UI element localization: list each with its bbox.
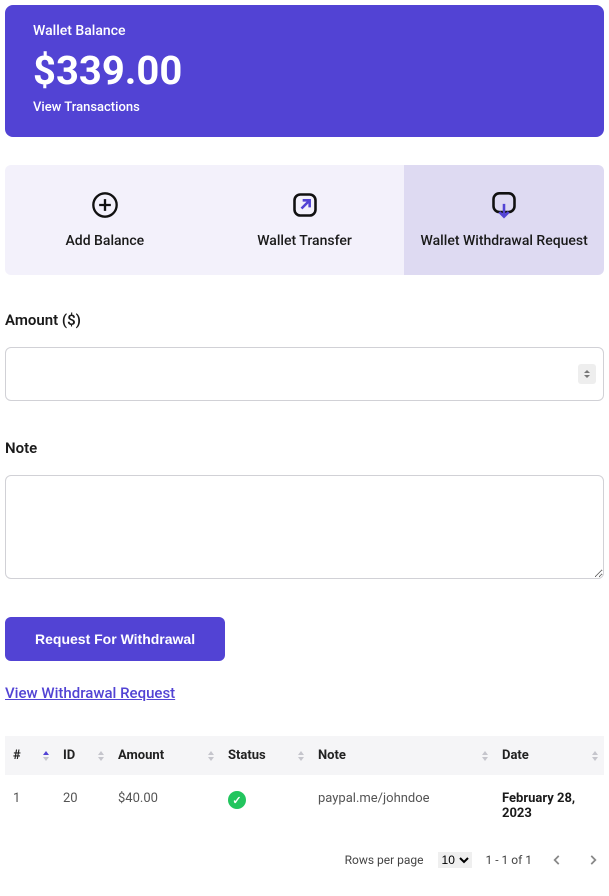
- status-ok-icon: ✓: [228, 791, 246, 809]
- table-pager: Rows per page 10 1 - 1 of 1: [5, 849, 604, 871]
- wallet-balance-amount: $339.00: [33, 47, 576, 94]
- prev-page-button[interactable]: [546, 849, 568, 871]
- cell-index: 1: [5, 775, 55, 837]
- tab-add-balance[interactable]: Add Balance: [5, 165, 205, 275]
- col-status[interactable]: Status: [220, 736, 310, 775]
- request-withdrawal-button[interactable]: Request For Withdrawal: [5, 617, 225, 661]
- col-date[interactable]: Date: [494, 736, 604, 775]
- plus-circle-icon: [91, 191, 119, 219]
- col-id[interactable]: ID: [55, 736, 110, 775]
- table-row: 1 20 $40.00 ✓ paypal.me/johndoe February…: [5, 775, 604, 837]
- amount-label: Amount ($): [5, 311, 604, 329]
- tab-label: Wallet Withdrawal Request: [421, 233, 588, 249]
- col-note[interactable]: Note: [310, 736, 494, 775]
- cell-note: paypal.me/johndoe: [310, 775, 494, 837]
- tab-wallet-transfer[interactable]: Wallet Transfer: [205, 165, 405, 275]
- cell-status: ✓: [220, 775, 310, 837]
- cell-amount: $40.00: [110, 775, 220, 837]
- note-textarea[interactable]: [5, 475, 604, 579]
- amount-input[interactable]: [5, 347, 604, 401]
- tab-label: Add Balance: [66, 233, 145, 249]
- next-page-button[interactable]: [582, 849, 604, 871]
- external-arrow-icon: [291, 191, 319, 219]
- note-label: Note: [5, 439, 604, 457]
- tab-withdrawal-request[interactable]: Wallet Withdrawal Request: [404, 165, 604, 275]
- rows-per-page-select[interactable]: 10: [438, 852, 472, 868]
- stepper-icon[interactable]: [578, 364, 596, 384]
- col-index[interactable]: #: [5, 736, 55, 775]
- col-amount[interactable]: Amount: [110, 736, 220, 775]
- view-withdrawal-request-link[interactable]: View Withdrawal Request: [5, 684, 175, 702]
- page-range: 1 - 1 of 1: [486, 853, 532, 867]
- withdraw-down-icon: [490, 191, 518, 219]
- tab-label: Wallet Transfer: [257, 233, 352, 249]
- cell-date: February 28, 2023: [494, 775, 604, 837]
- wallet-balance-label: Wallet Balance: [33, 23, 576, 39]
- wallet-tabs: Add Balance Wallet Transfer Wallet Withd…: [5, 165, 604, 275]
- view-transactions-link[interactable]: View Transactions: [33, 100, 576, 115]
- cell-id: 20: [55, 775, 110, 837]
- rows-per-page-label: Rows per page: [345, 853, 424, 867]
- withdrawal-table: # ID Amount Status Note Date 1 20 $40.00…: [5, 736, 604, 837]
- wallet-balance-card: Wallet Balance $339.00 View Transactions: [5, 5, 604, 137]
